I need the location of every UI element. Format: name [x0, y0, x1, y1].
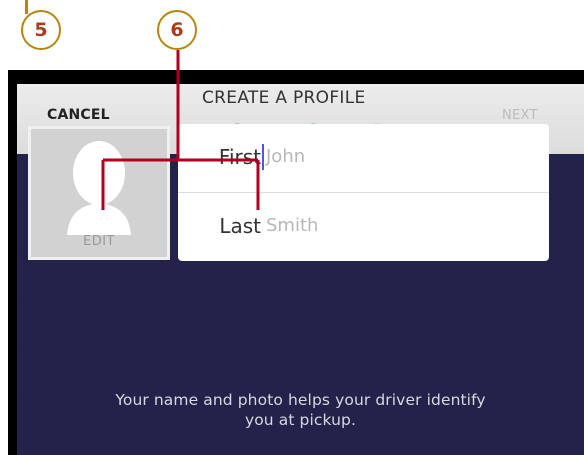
callout-badge-5: 5 — [21, 10, 61, 50]
helper-text: Your name and photo helps your driver id… — [17, 390, 584, 430]
profile-photo-button[interactable]: EDIT — [28, 126, 170, 260]
cancel-button[interactable]: CANCEL — [47, 107, 110, 123]
page-title: CREATE A PROFILE — [202, 88, 366, 108]
next-button[interactable]: NEXT — [502, 108, 538, 123]
helper-text-line-2: you at pickup. — [244, 411, 357, 429]
last-name-input[interactable]: Smith — [266, 215, 318, 236]
first-name-label: First — [218, 145, 261, 169]
last-name-label: Last — [219, 214, 261, 238]
person-silhouette-icon — [67, 141, 131, 235]
first-name-input[interactable]: John — [266, 146, 305, 167]
last-name-row: Last Smith — [178, 193, 549, 261]
name-form: First John Last Smith — [178, 124, 549, 261]
edit-photo-label: EDIT — [83, 234, 115, 249]
callout-badge-6: 6 — [157, 10, 197, 50]
callout-5-leader-line — [25, 0, 28, 14]
first-name-row: First John — [178, 124, 549, 193]
text-caret — [262, 144, 264, 170]
helper-text-line-1: Your name and photo helps your driver id… — [115, 391, 486, 409]
